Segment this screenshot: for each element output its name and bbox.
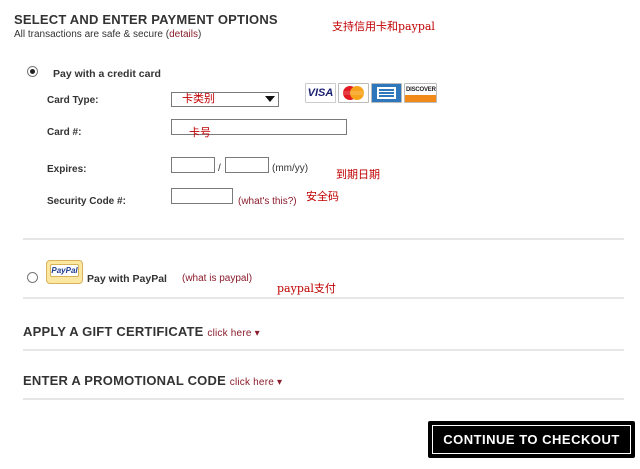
card-number-label: Card #: (47, 127, 82, 138)
divider (23, 398, 624, 400)
card-type-select[interactable]: 卡类别 (171, 92, 279, 107)
card-logos: VISA DISCOVER (305, 83, 437, 104)
checkout-button-label: CONTINUE TO CHECKOUT (443, 432, 620, 447)
mastercard-icon (338, 83, 369, 103)
continue-to-checkout-button[interactable]: CONTINUE TO CHECKOUT (428, 421, 635, 458)
divider (23, 349, 624, 351)
promo-code-section: ENTER A PROMOTIONAL CODE click here ▾ (23, 373, 282, 388)
expires-separator: / (218, 163, 221, 174)
details-link[interactable]: details (169, 29, 198, 40)
security-notice-end: ) (197, 29, 202, 40)
page-title: SELECT AND ENTER PAYMENT OPTIONS (14, 12, 278, 27)
security-notice: All transactions are safe & secure (deta… (14, 29, 201, 40)
amex-icon (371, 83, 402, 103)
what-is-paypal-link[interactable]: (what is paypal) (182, 273, 252, 284)
discover-icon-stripe (405, 95, 436, 102)
annotation-card-number: 卡号 (189, 126, 211, 139)
whats-this-link[interactable]: (what's this?) (238, 196, 297, 207)
visa-icon: VISA (305, 83, 336, 103)
security-notice-text: All transactions are safe & secure ( (14, 29, 170, 40)
promo-code-click-here[interactable]: click here ▾ (230, 377, 282, 388)
annotation-expiry: 到期日期 (336, 168, 380, 181)
expires-month-input[interactable] (171, 157, 215, 173)
expires-label: Expires: (47, 164, 87, 175)
security-code-input[interactable] (171, 188, 233, 204)
discover-icon-text: DISCOVER (406, 87, 436, 93)
gift-certificate-section: APPLY A GIFT CERTIFICATE click here ▾ (23, 324, 260, 339)
expires-year-input[interactable] (225, 157, 269, 173)
expires-format-hint: (mm/yy) (272, 163, 309, 174)
card-type-value: 卡类别 (182, 93, 215, 105)
paypal-option-label: Pay with PayPal (87, 273, 167, 285)
annotation-payment-support: 支持信用卡和paypal (332, 20, 435, 33)
visa-icon-text: VISA (307, 87, 334, 99)
paypal-logo: PayPal (46, 260, 83, 284)
annotation-security-code: 安全码 (306, 190, 339, 203)
chevron-down-icon (265, 96, 275, 102)
discover-icon: DISCOVER (404, 83, 437, 103)
annotation-paypal: paypal支付 (277, 282, 336, 295)
credit-card-option-label: Pay with a credit card (53, 68, 161, 80)
paypal-logo-text: PayPal (50, 264, 79, 277)
security-code-label: Security Code #: (47, 196, 126, 207)
card-type-label: Card Type: (47, 95, 99, 106)
gift-certificate-click-here[interactable]: click here ▾ (207, 328, 259, 339)
gift-certificate-title: APPLY A GIFT CERTIFICATE (23, 324, 204, 339)
divider (23, 297, 624, 299)
divider (23, 238, 624, 240)
promo-code-title: ENTER A PROMOTIONAL CODE (23, 373, 226, 388)
paypal-radio[interactable] (27, 272, 38, 283)
credit-card-radio[interactable] (27, 66, 38, 77)
